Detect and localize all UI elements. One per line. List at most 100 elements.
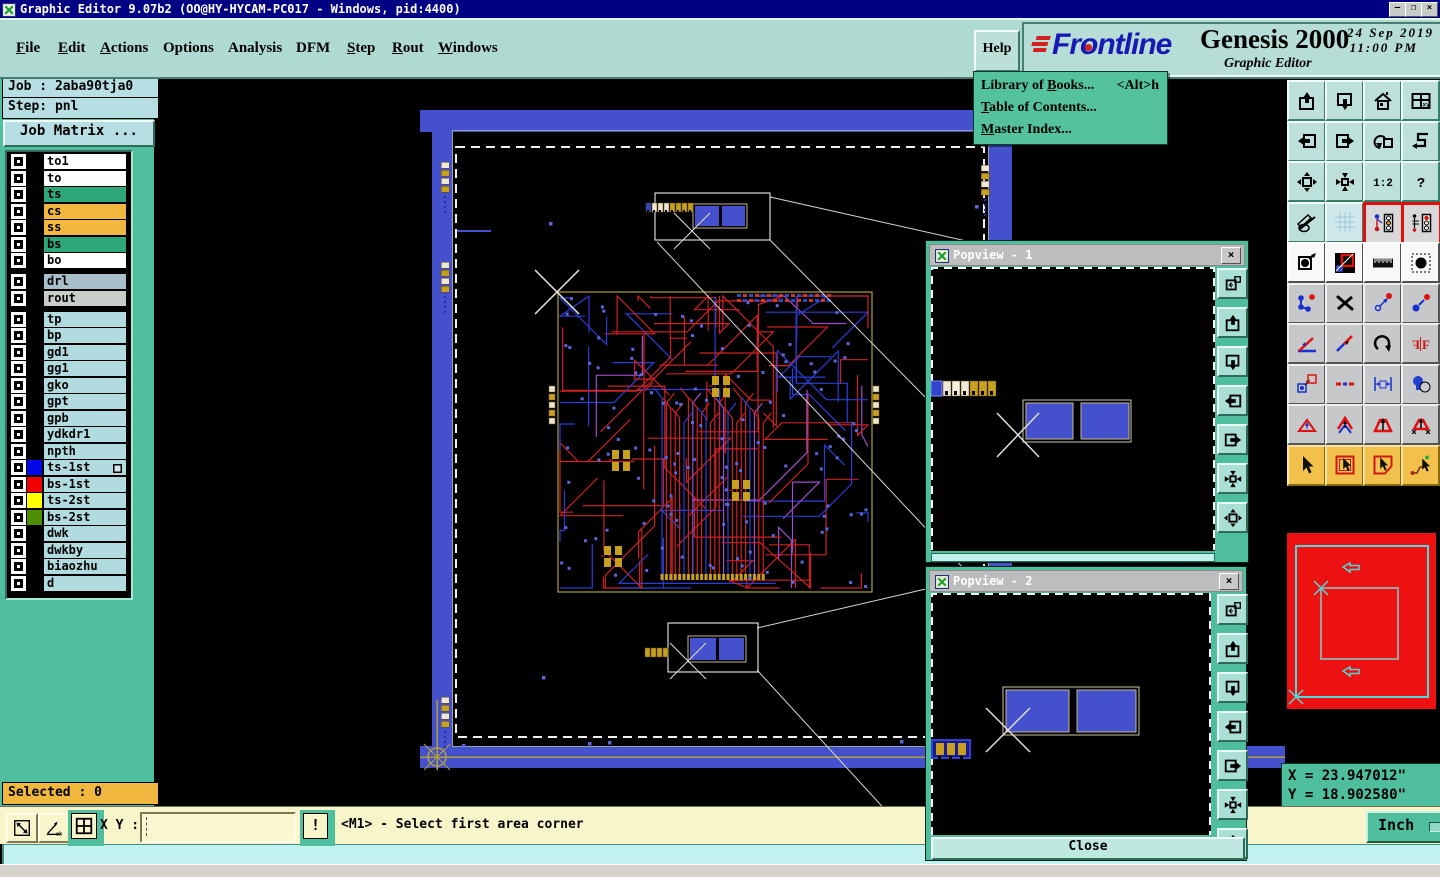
popview-1-zoom-fit-button[interactable] — [1217, 463, 1248, 494]
layer-name[interactable]: rout — [44, 290, 126, 306]
layer-visibility-checkbox[interactable] — [11, 290, 26, 306]
layer-name[interactable]: bo — [44, 253, 126, 268]
layer-visibility-checkbox[interactable] — [11, 460, 26, 475]
layer-name[interactable]: tp — [44, 311, 126, 327]
menu-edit[interactable]: Edit — [58, 40, 86, 57]
layer-name[interactable]: npth — [44, 443, 126, 459]
triangle-d-button[interactable] — [1401, 404, 1440, 445]
net-chain-button[interactable] — [1287, 282, 1326, 324]
layer-color-swatch[interactable] — [27, 576, 42, 591]
triangle-a-button[interactable] — [1287, 404, 1326, 445]
layer-name[interactable]: biaozhu — [44, 559, 126, 574]
layer-visibility-checkbox[interactable] — [11, 509, 26, 525]
net-lights-a-button[interactable] — [1363, 201, 1404, 245]
layer-color-swatch[interactable] — [27, 493, 42, 508]
help-menu-item-3[interactable]: Master Index... — [974, 119, 1167, 141]
rotate-cw-button[interactable] — [1363, 323, 1402, 364]
paste-up-button[interactable] — [1287, 80, 1326, 121]
exit-right-button[interactable] — [1325, 120, 1364, 162]
layer-color-swatch[interactable] — [27, 476, 42, 492]
menu-dfm[interactable]: DFM — [296, 40, 330, 57]
snap-grid-button[interactable] — [1325, 201, 1364, 243]
layer-color-swatch[interactable] — [27, 253, 42, 268]
layer-visibility-checkbox[interactable] — [11, 344, 26, 360]
layer-visibility-checkbox[interactable] — [11, 394, 26, 409]
layer-color-swatch[interactable] — [27, 543, 42, 558]
layer-visibility-checkbox[interactable] — [11, 526, 26, 541]
popview-2-titlebar[interactable]: Popview - 2 × — [929, 570, 1243, 592]
maximize-button[interactable]: ❐ — [1405, 2, 1422, 17]
menu-file[interactable]: File — [16, 40, 40, 57]
layer-visibility-checkbox[interactable] — [11, 170, 26, 186]
measure-width-button[interactable] — [1363, 363, 1402, 405]
help-question-button[interactable]: ? — [1401, 161, 1440, 202]
dash-line-button[interactable] — [1325, 363, 1364, 405]
cursor-polygon-button[interactable] — [1363, 444, 1402, 486]
layer-name[interactable]: ss — [44, 220, 126, 235]
cursor-select-button[interactable] — [1287, 444, 1326, 486]
move-point-small-button[interactable] — [1363, 282, 1402, 324]
exit-left-button[interactable] — [1287, 120, 1326, 162]
mirror-text-button[interactable]: FF — [1401, 323, 1440, 364]
popview-1-canvas[interactable] — [931, 267, 1215, 551]
menu-analysis[interactable]: Analysis — [228, 40, 282, 57]
layer-visibility-checkbox[interactable] — [11, 575, 26, 591]
cursor-net-button[interactable] — [1401, 444, 1440, 486]
layer-name[interactable]: to1 — [44, 154, 126, 169]
popview-2-close-button[interactable]: Close — [931, 837, 1245, 860]
layer-color-swatch[interactable] — [27, 526, 42, 541]
layer-visibility-checkbox[interactable] — [11, 443, 26, 459]
undo-step-button[interactable] — [1363, 120, 1402, 162]
shape-circles-button[interactable] — [1401, 363, 1440, 405]
help-menu-item-1[interactable]: Library of Books... <Alt>h — [974, 75, 1167, 97]
layer-name[interactable]: gpt — [44, 394, 126, 409]
layer-name[interactable]: bs-2st — [44, 509, 126, 525]
popview-1-copy-window-button[interactable] — [1217, 268, 1248, 299]
layer-name[interactable]: bs — [44, 236, 126, 252]
layer-name[interactable]: gd1 — [44, 344, 126, 360]
cursor-frame-button[interactable] — [1325, 444, 1364, 486]
layer-visibility-checkbox[interactable] — [11, 476, 26, 492]
layer-name[interactable]: to — [44, 170, 126, 186]
layer-visibility-checkbox[interactable] — [11, 253, 26, 268]
layer-color-swatch[interactable] — [27, 345, 42, 360]
popview-2-copy-window-button[interactable] — [1217, 594, 1248, 625]
popview-2-pan-left-button[interactable] — [1217, 711, 1248, 742]
popview-2-pan-down-button[interactable] — [1217, 672, 1248, 703]
units-button[interactable]: Inch — [1366, 811, 1440, 843]
layer-color-swatch[interactable] — [27, 460, 42, 475]
popview-1-titlebar[interactable]: Popview - 1 × — [929, 244, 1245, 266]
layer-visibility-checkbox[interactable] — [11, 274, 26, 289]
layer-color-swatch[interactable] — [27, 237, 42, 252]
layer-name[interactable]: ts-2st — [44, 493, 126, 508]
layer-color-swatch[interactable] — [27, 154, 42, 169]
layer-name[interactable]: drl — [44, 274, 126, 289]
layer-name[interactable]: bs-1st — [44, 476, 126, 492]
popview-2-zoom-fit-button[interactable] — [1217, 789, 1248, 820]
layer-visibility-checkbox[interactable] — [11, 187, 26, 202]
layer-visibility-checkbox[interactable] — [11, 220, 26, 235]
popview-1-pan-up-button[interactable] — [1217, 307, 1248, 338]
select-copy-button[interactable] — [1287, 242, 1326, 283]
layer-name[interactable]: dwk — [44, 526, 126, 541]
help-menu-item-2[interactable]: Table of Contents... — [974, 97, 1167, 119]
layer-color-swatch[interactable] — [27, 444, 42, 459]
popview-1-zoom-pan-button[interactable] — [1217, 502, 1248, 533]
popview-1-pan-left-button[interactable] — [1217, 385, 1248, 416]
resize-area-button[interactable] — [6, 813, 38, 843]
layer-color-swatch[interactable] — [27, 171, 42, 186]
menu-help[interactable]: Help — [974, 30, 1020, 72]
negative-view-button[interactable] — [1325, 242, 1364, 283]
paste-down-button[interactable] — [1325, 80, 1364, 121]
scale-1-2-button[interactable]: 1:2 — [1363, 161, 1402, 202]
close-button[interactable]: × — [1421, 2, 1438, 17]
layer-name[interactable]: gpb — [44, 410, 126, 426]
layer-name[interactable]: ydkdr1 — [44, 427, 126, 442]
layer-color-swatch[interactable] — [27, 220, 42, 235]
popview-1-close-icon[interactable]: × — [1221, 246, 1241, 264]
layer-name[interactable]: d — [44, 575, 126, 591]
layer-name[interactable]: gko — [44, 377, 126, 393]
layer-color-swatch[interactable] — [27, 274, 42, 289]
popview-2-pan-right-button[interactable] — [1217, 750, 1248, 781]
layer-visibility-checkbox[interactable] — [11, 427, 26, 442]
